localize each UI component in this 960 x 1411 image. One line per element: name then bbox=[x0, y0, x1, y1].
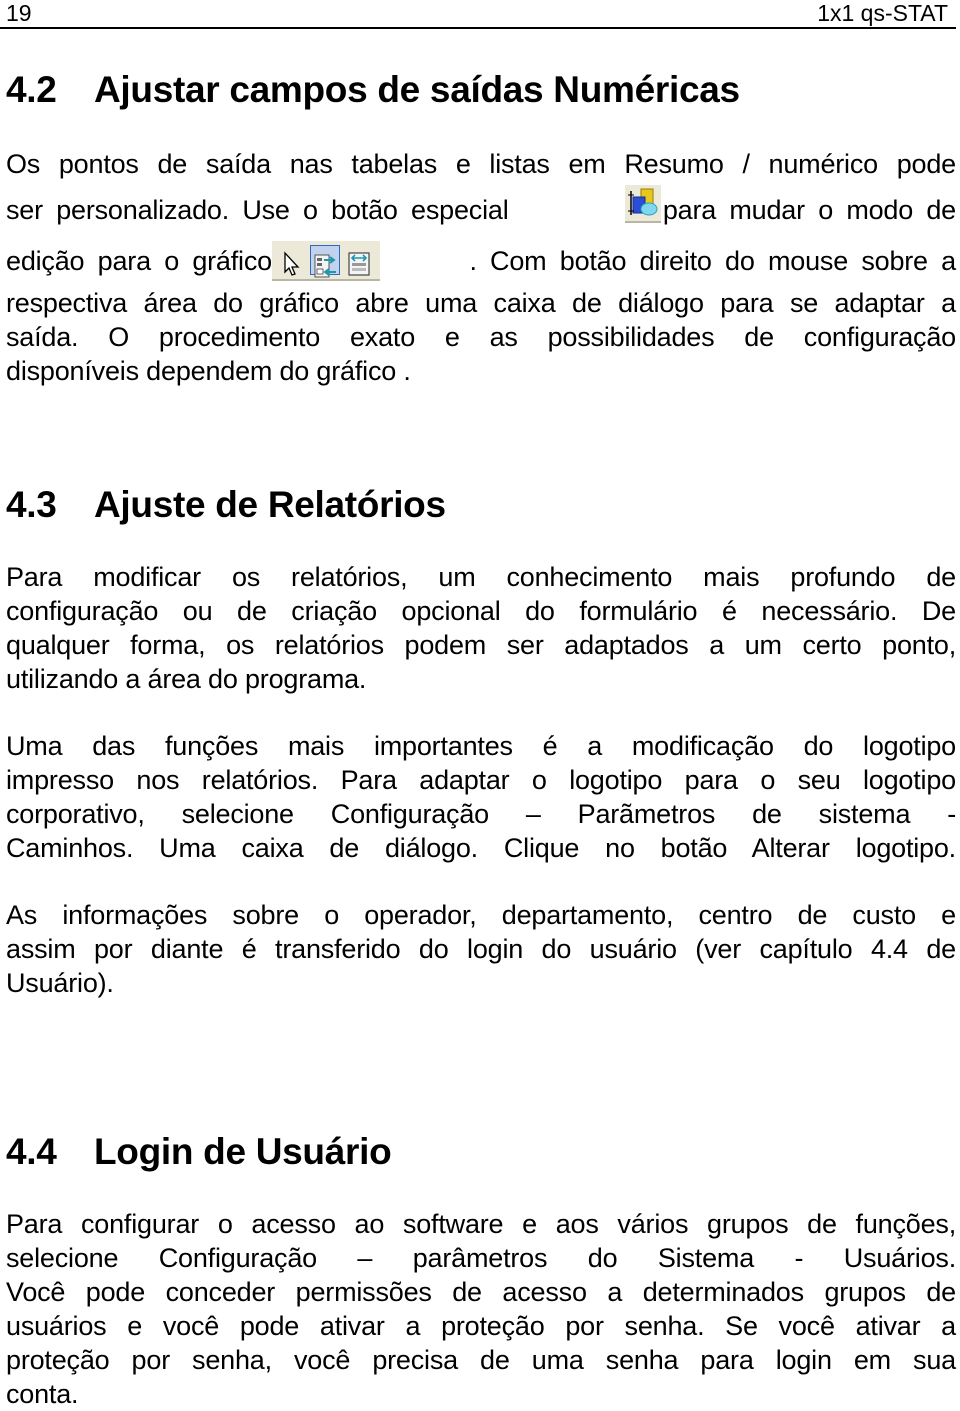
text-line: selecione Configuração – parâmetros do S… bbox=[6, 1243, 956, 1273]
document-title: 1x1 qs-STAT bbox=[817, 0, 948, 26]
section-heading-4-4: 4.4 Login de Usuário bbox=[6, 1130, 392, 1174]
move-fields-icon[interactable] bbox=[309, 245, 340, 278]
text-line: conta. bbox=[6, 1379, 79, 1409]
section-number: 4.2 bbox=[6, 69, 57, 110]
text-line: As informações sobre o operador, departa… bbox=[6, 900, 956, 930]
text-line: utilizando a área do programa. bbox=[6, 664, 367, 694]
page-number: 19 bbox=[6, 0, 32, 26]
text-line: Caminhos. Uma caixa de diálogo. Clique n… bbox=[6, 833, 956, 863]
text-line: saída. O procedimento exato e as possibi… bbox=[6, 322, 956, 352]
text-line: disponíveis dependem do gráfico . bbox=[6, 356, 411, 386]
text-fragment: edição para o gráfico bbox=[6, 246, 272, 276]
text-fragment: . Com botão direito do mouse sobre a bbox=[469, 246, 956, 276]
text-line: usuários e você pode ativar a proteção p… bbox=[6, 1311, 956, 1341]
text-line: Os pontos de saída nas tabelas e listas … bbox=[6, 149, 956, 179]
section-title: Ajustar campos de saídas Numéricas bbox=[94, 69, 740, 110]
page-header: 19 1x1 qs-STAT bbox=[0, 0, 956, 29]
text-line: respectiva área do gráfico abre uma caix… bbox=[6, 288, 956, 318]
paragraph: Uma das funções mais importantes é a mod… bbox=[6, 729, 956, 865]
section-title: Login de Usuário bbox=[94, 1131, 392, 1172]
text-line: proteção por senha, você precisa de uma … bbox=[6, 1345, 956, 1375]
pointer-arrow-icon[interactable] bbox=[276, 245, 306, 276]
text-line: Para configurar o acesso ao software e a… bbox=[6, 1209, 956, 1239]
text-fragment: para mudar o modo de bbox=[662, 195, 956, 225]
text-line: Usuário). bbox=[6, 968, 114, 998]
paragraph: Os pontos de saída nas tabelas e listas … bbox=[6, 144, 956, 388]
section-title: Ajuste de Relatórios bbox=[94, 484, 446, 525]
text-line: impresso nos relatórios. Para adaptar o … bbox=[6, 765, 956, 795]
chart-edit-toolbar bbox=[271, 241, 380, 281]
section-heading-4-3: 4.3 Ajuste de Relatórios bbox=[6, 483, 446, 527]
text-line: qualquer forma, os relatórios podem ser … bbox=[6, 630, 956, 660]
text-line: configuração ou de criação opcional do f… bbox=[6, 596, 956, 626]
text-line: Para modificar os relatórios, um conheci… bbox=[6, 562, 956, 592]
section-heading-4-2: 4.2 Ajustar campos de saídas Numéricas bbox=[6, 68, 740, 112]
paragraph: As informações sobre o operador, departa… bbox=[6, 898, 956, 1000]
text-line: corporativo, selecione Configuração – Pa… bbox=[6, 799, 956, 829]
text-line: Uma das funções mais importantes é a mod… bbox=[6, 731, 956, 761]
text-line: edição para o gráfico . Com botão direit… bbox=[6, 236, 956, 286]
text-line: ser personalizado. Use o botão especial … bbox=[6, 184, 956, 236]
section-number: 4.3 bbox=[6, 484, 57, 525]
text-line: assim por diante é transferido do login … bbox=[6, 934, 956, 964]
text-fragment: ser personalizado. Use o botão especial bbox=[6, 195, 509, 225]
resize-columns-icon[interactable] bbox=[344, 245, 374, 276]
chart-edit-mode-icon[interactable] bbox=[624, 185, 661, 223]
text-line: Você pode conceder permissões de acesso … bbox=[6, 1277, 956, 1307]
paragraph: Para modificar os relatórios, um conheci… bbox=[6, 560, 956, 696]
section-number: 4.4 bbox=[6, 1131, 57, 1172]
paragraph: Para configurar o acesso ao software e a… bbox=[6, 1207, 956, 1411]
